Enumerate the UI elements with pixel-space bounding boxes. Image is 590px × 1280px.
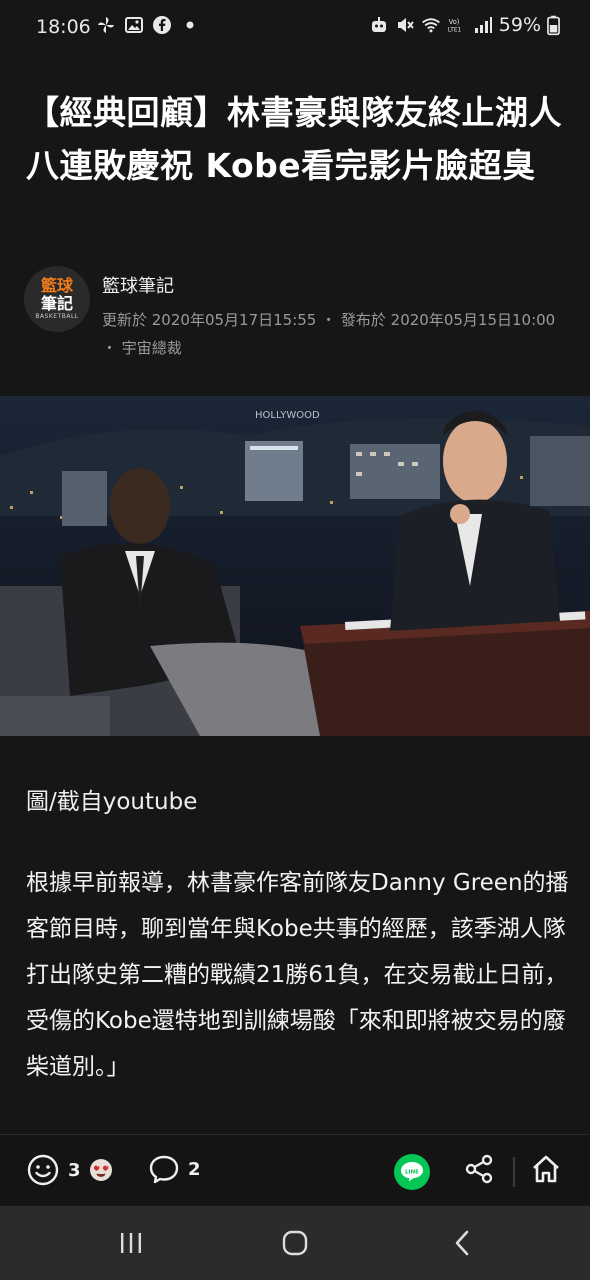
- home-nav-button[interactable]: [275, 1226, 315, 1260]
- recent-apps-button[interactable]: [111, 1226, 151, 1260]
- pinwheel-icon: [98, 17, 114, 33]
- avatar-line2: 筆記: [40, 294, 73, 313]
- article-body: 根據早前報導，林書豪作客前隊友Danny Green的播客節目時，聊到當年與Ko…: [26, 870, 569, 1080]
- photo-caption: 圖/截自youtube: [26, 789, 198, 815]
- dot-icon: [186, 21, 194, 29]
- home-button[interactable]: [530, 1153, 562, 1185]
- home-icon: [533, 1155, 559, 1183]
- status-right-icons: Vo) LTE1 59%: [369, 14, 560, 36]
- back-button[interactable]: [442, 1226, 482, 1260]
- svg-text:Vo): Vo): [448, 18, 459, 26]
- status-bar: 18:06 Vo) LTE1 59%: [0, 0, 590, 56]
- wifi-icon: [421, 18, 440, 33]
- facebook-icon: [153, 16, 171, 34]
- back-chevron-icon: [455, 1230, 469, 1256]
- bottom-action-bar: 3 2 LINE: [0, 1134, 590, 1207]
- action-divider: [513, 1157, 515, 1187]
- comment-button[interactable]: 2: [148, 1153, 201, 1185]
- reaction-button[interactable]: 3: [26, 1153, 113, 1187]
- smiley-icon: [27, 1154, 59, 1186]
- line-icon: LINE: [394, 1154, 430, 1190]
- battery-percent: 59%: [498, 14, 541, 36]
- share-button[interactable]: [463, 1153, 495, 1185]
- avatar-line3: BASKETBALL: [35, 313, 79, 320]
- volte-icon: Vo) LTE1: [448, 18, 462, 34]
- robot-icon: [371, 17, 386, 32]
- article-meta: 更新於 2020年05月17日15:55 ・ 發布於 2020年05月15日10…: [102, 311, 556, 357]
- status-left-icons: [96, 15, 200, 35]
- comment-icon: [149, 1155, 179, 1184]
- author-avatar[interactable]: 籃球 筆記 BASKETBALL: [24, 266, 90, 332]
- system-nav-bar: [0, 1206, 590, 1280]
- comment-count: 2: [188, 1158, 201, 1180]
- signal-icon: [474, 17, 492, 33]
- battery-icon: [547, 15, 560, 36]
- article-photo[interactable]: HOLLYWOOD: [0, 396, 590, 736]
- gallery-icon: [125, 17, 143, 33]
- talk-show-scene-image: HOLLYWOOD: [0, 396, 590, 736]
- status-time: 18:06: [36, 16, 91, 38]
- svg-text:LTE1: LTE1: [448, 28, 462, 34]
- mute-icon: [397, 18, 414, 32]
- reaction-count: 3: [68, 1159, 81, 1181]
- svg-text:LINE: LINE: [405, 1170, 419, 1176]
- line-share-button[interactable]: LINE: [393, 1153, 431, 1191]
- article-title: 【經典回顧】林書豪與隊友終止湖人八連敗慶祝 Kobe看完影片臉超臭: [26, 93, 562, 185]
- avatar-line1: 籃球: [40, 276, 73, 295]
- hollywood-sign: HOLLYWOOD: [255, 410, 320, 421]
- love-reaction-icon: [89, 1159, 112, 1181]
- home-circle-icon: [282, 1230, 308, 1256]
- share-icon: [465, 1154, 493, 1184]
- author-name[interactable]: 籃球筆記: [102, 272, 174, 298]
- recent-apps-icon: [121, 1233, 141, 1253]
